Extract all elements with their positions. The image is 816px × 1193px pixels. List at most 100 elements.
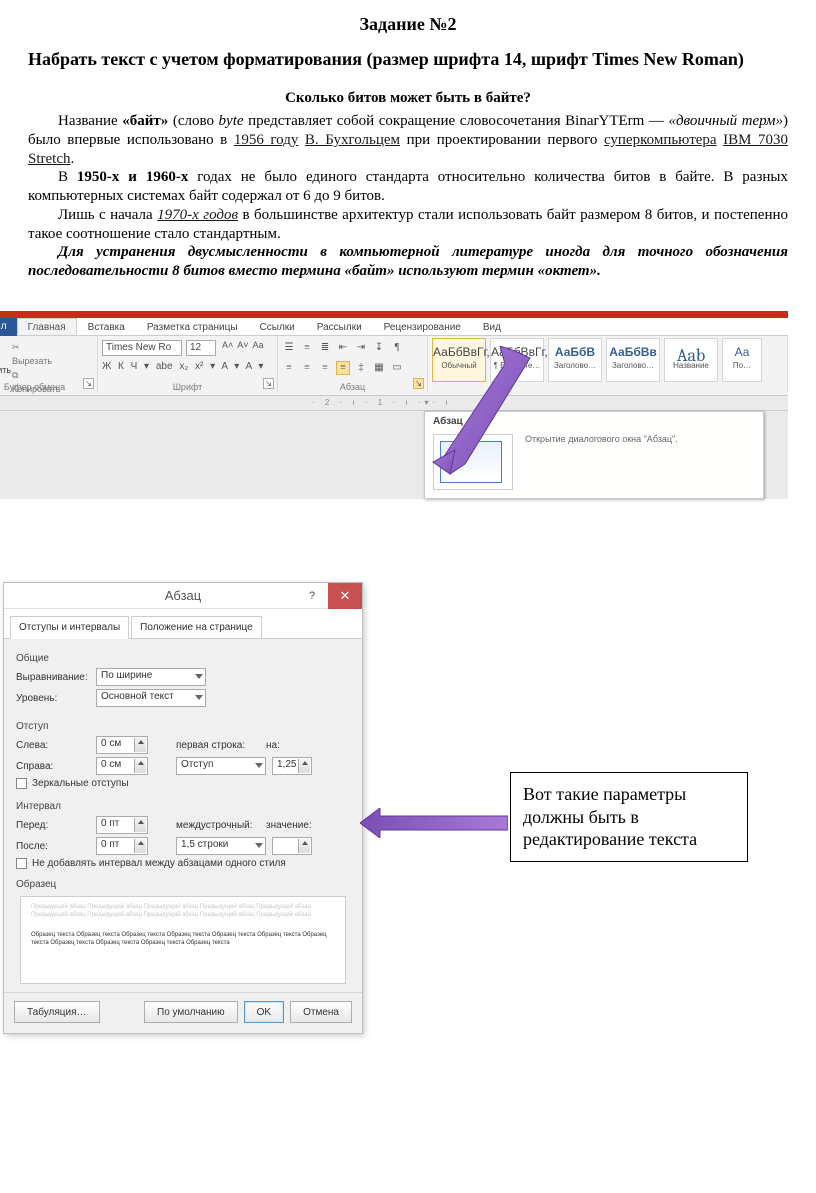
article-body: Сколько битов может быть в байте? Назван… — [28, 89, 788, 281]
cancel-button[interactable]: Отмена — [290, 1001, 352, 1023]
paste-button[interactable]: Вставить — [0, 339, 6, 375]
style-nospacing[interactable]: АаБбВвГг,¶ Без инте… — [490, 338, 544, 382]
align-center-icon[interactable]: ≡ — [300, 361, 314, 375]
level-select[interactable]: Основной текст — [96, 689, 206, 707]
tab-home[interactable]: Главная — [17, 318, 77, 335]
align-justify-icon[interactable]: ≡ — [336, 361, 350, 375]
align-label: Выравнивание: — [16, 672, 96, 683]
at-spin[interactable] — [272, 837, 312, 855]
tab-pageposition[interactable]: Положение на странице — [131, 616, 261, 639]
tab-mail[interactable]: Рассылки — [306, 318, 373, 335]
t: представляет собой сокращение словосочет… — [244, 113, 669, 129]
t: Название — [665, 361, 717, 375]
t: «байт» — [122, 113, 168, 129]
mirror-label: Зеркальные отступы — [32, 778, 129, 789]
ribbon: Вставить ✂ Вырезать ⧉ Копировать ✎ Форма… — [0, 336, 788, 396]
dialog-titlebar: Абзац ? ✕ — [4, 583, 362, 609]
indent-dec-icon[interactable]: ⇤ — [336, 341, 350, 355]
borders-icon[interactable]: ▭ — [390, 361, 404, 375]
dialog-tabs: Отступы и интервалы Положение на страниц… — [4, 609, 362, 639]
left-spin[interactable]: 0 см — [96, 736, 148, 754]
t: Название — [58, 113, 122, 129]
font-name-select[interactable]: Times New Ro — [102, 340, 182, 356]
nosame-checkbox[interactable] — [16, 858, 27, 869]
default-button[interactable]: По умолчанию — [144, 1001, 238, 1023]
pilcrow-icon[interactable]: ¶ — [390, 341, 404, 355]
t: при проектировании первого — [400, 132, 604, 148]
t: АаБбВвГг, — [491, 339, 543, 361]
linespacing-select[interactable]: 1,5 строки — [176, 837, 266, 855]
t: АаБбВвГг, — [433, 339, 485, 361]
shading-icon[interactable]: ▦ — [372, 361, 386, 375]
section-preview: Образец — [16, 879, 350, 890]
paste-label: Вставить — [0, 365, 12, 375]
tab-file[interactable]: Файл — [0, 318, 17, 336]
left-label: Слева: — [16, 740, 96, 751]
align-left-icon[interactable]: ≡ — [282, 361, 296, 375]
numbering-icon[interactable]: ≡ — [300, 341, 314, 355]
section-spacing: Интервал — [16, 801, 350, 812]
firstline-by-spin[interactable]: 1,25 — [272, 757, 312, 775]
help-button[interactable]: ? — [298, 583, 326, 609]
sort-icon[interactable]: ↧ — [372, 341, 386, 355]
after-label: После: — [16, 841, 96, 852]
multilevel-icon[interactable]: ≣ — [318, 341, 332, 355]
after-spin[interactable]: 0 пт — [96, 837, 148, 855]
tooltip-body: Открытие диалогового окна "Абзац". — [525, 434, 678, 444]
level-label: Уровень: — [16, 693, 96, 704]
arrow-to-dialog — [360, 808, 508, 838]
firstline-select[interactable]: Отступ — [176, 757, 266, 775]
line-spacing-icon[interactable]: ‡ — [354, 361, 368, 375]
group-font: Times New Ro 12 A˄ A˅ Aa Ж К Ч ▾ abe x₂ … — [98, 336, 278, 392]
tab-layout[interactable]: Разметка страницы — [136, 318, 249, 335]
ok-button[interactable]: OK — [244, 1001, 284, 1023]
right-spin[interactable]: 0 см — [96, 757, 148, 775]
t: Предыдущий абзац Предыдущий абзац Предыд… — [31, 903, 335, 919]
tab-view[interactable]: Вид — [472, 318, 512, 335]
t: . — [71, 151, 75, 167]
close-button[interactable]: ✕ — [328, 583, 362, 609]
t: 1970-х годов — [157, 207, 238, 223]
align-select[interactable]: По ширине — [96, 668, 206, 686]
align-right-icon[interactable]: ≡ — [318, 361, 332, 375]
font-size-select[interactable]: 12 — [186, 340, 216, 356]
t: (слово — [168, 113, 218, 129]
style-title[interactable]: AabНазвание — [664, 338, 718, 382]
before-spin[interactable]: 0 пт — [96, 816, 148, 834]
t: В — [58, 169, 77, 185]
section-general: Общие — [16, 653, 350, 664]
tab-indents[interactable]: Отступы и интервалы — [10, 616, 129, 639]
right-label: Справа: — [16, 761, 96, 772]
section-indent: Отступ — [16, 721, 350, 732]
style-normal[interactable]: АаБбВвГг,Обычный — [432, 338, 486, 382]
group-styles: АаБбВвГг,Обычный АаБбВвГг,¶ Без инте… Аа… — [428, 336, 788, 392]
bullets-icon[interactable]: ☰ — [282, 341, 296, 355]
tab-review[interactable]: Рецензирование — [373, 318, 472, 335]
font-style-buttons[interactable]: Ж К Ч ▾ abe x₂ x² ▾ A ▾ A ▾ — [102, 361, 263, 372]
paragraph-dialog: Абзац ? ✕ Отступы и интервалы Положение … — [3, 582, 363, 1034]
t: ¶ Без инте… — [491, 361, 543, 375]
t: Лишь с начала — [58, 207, 157, 223]
style-subtitle[interactable]: АаПо… — [722, 338, 762, 382]
cut-button[interactable]: ✂ Вырезать — [12, 340, 93, 368]
t: Заголово… — [549, 361, 601, 375]
t: Aab — [665, 339, 717, 361]
t: · 2 · ı · 1 · ı ·▾· ı — [312, 398, 452, 407]
word-ribbon: Файл Главная Вставка Разметка страницы С… — [0, 311, 788, 501]
tab-insert[interactable]: Вставка — [77, 318, 136, 335]
indent-inc-icon[interactable]: ⇥ — [354, 341, 368, 355]
accent-bar — [0, 311, 788, 318]
by-label: на: — [266, 740, 296, 751]
t: Обычный — [433, 361, 485, 375]
t: byte — [219, 113, 244, 129]
font-grow-shrink[interactable]: A˄ A˅ Aa — [222, 340, 264, 350]
mirror-checkbox[interactable] — [16, 778, 27, 789]
t: 1956 году — [234, 132, 299, 148]
style-h2[interactable]: АаБбВвЗаголово… — [606, 338, 660, 382]
advice-box: Вот такие параметры должны быть в редакт… — [510, 772, 748, 862]
style-h1[interactable]: АаБбВЗаголово… — [548, 338, 602, 382]
ruler: · 2 · ı · 1 · ı ·▾· ı — [0, 396, 788, 411]
task-title: Задание №2 — [28, 14, 788, 35]
tab-refs[interactable]: Ссылки — [249, 318, 306, 335]
tabs-button[interactable]: Табуляция… — [14, 1001, 100, 1023]
